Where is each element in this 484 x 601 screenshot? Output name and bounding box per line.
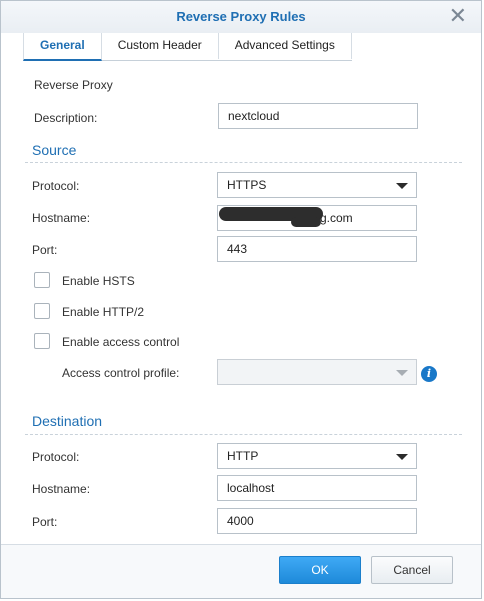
info-icon[interactable]: i bbox=[421, 366, 437, 382]
source-section-title: Source bbox=[32, 142, 77, 158]
reverse-proxy-rules-dialog: Reverse Proxy Rules ✕ General Custom Hea… bbox=[0, 0, 482, 599]
close-icon[interactable]: ✕ bbox=[449, 5, 467, 27]
source-port-label: Port: bbox=[32, 243, 58, 257]
dialog-footer: OK Cancel bbox=[1, 544, 481, 598]
source-protocol-value: HTTPS bbox=[227, 178, 267, 192]
destination-port-label: Port: bbox=[32, 515, 58, 529]
dialog-title: Reverse Proxy Rules bbox=[176, 9, 306, 24]
destination-divider bbox=[25, 434, 462, 435]
destination-protocol-value: HTTP bbox=[227, 449, 259, 463]
chevron-down-icon bbox=[396, 183, 408, 189]
ok-button[interactable]: OK bbox=[279, 556, 361, 584]
destination-section-title: Destination bbox=[32, 413, 103, 429]
source-protocol-select[interactable]: HTTPS bbox=[217, 172, 417, 198]
destination-hostname-label: Hostname: bbox=[32, 482, 91, 496]
enable-access-control-checkbox[interactable] bbox=[34, 333, 50, 349]
chevron-down-icon bbox=[396, 454, 408, 460]
description-input[interactable]: nextcloud bbox=[218, 103, 418, 129]
source-port-input[interactable]: 443 bbox=[217, 236, 417, 262]
destination-protocol-select[interactable]: HTTP bbox=[217, 443, 417, 469]
access-control-profile-label: Access control profile: bbox=[62, 366, 180, 380]
enable-http2-label: Enable HTTP/2 bbox=[62, 305, 145, 319]
enable-access-control-label: Enable access control bbox=[62, 335, 180, 349]
source-hostname-label: Hostname: bbox=[32, 211, 91, 225]
description-label: Description: bbox=[34, 111, 98, 125]
destination-hostname-input[interactable]: localhost bbox=[217, 475, 417, 501]
tab-advanced-settings[interactable]: Advanced Settings bbox=[219, 33, 352, 59]
tab-bar: General Custom Header Advanced Settings bbox=[23, 33, 352, 61]
source-divider bbox=[25, 162, 462, 163]
tab-custom-header[interactable]: Custom Header bbox=[102, 33, 219, 59]
reverse-proxy-label: Reverse Proxy bbox=[34, 78, 113, 92]
access-control-profile-select[interactable] bbox=[217, 359, 417, 385]
enable-http2-checkbox[interactable] bbox=[34, 303, 50, 319]
source-protocol-label: Protocol: bbox=[32, 179, 80, 193]
chevron-down-icon bbox=[396, 370, 408, 376]
cancel-button[interactable]: Cancel bbox=[371, 556, 453, 584]
enable-hsts-label: Enable HSTS bbox=[62, 274, 135, 288]
dialog-titlebar: Reverse Proxy Rules ✕ bbox=[1, 1, 481, 33]
destination-protocol-label: Protocol: bbox=[32, 450, 80, 464]
tab-general[interactable]: General bbox=[23, 33, 102, 61]
destination-port-input[interactable]: 4000 bbox=[217, 508, 417, 534]
enable-hsts-checkbox[interactable] bbox=[34, 272, 50, 288]
hostname-redaction-tail bbox=[291, 217, 321, 227]
